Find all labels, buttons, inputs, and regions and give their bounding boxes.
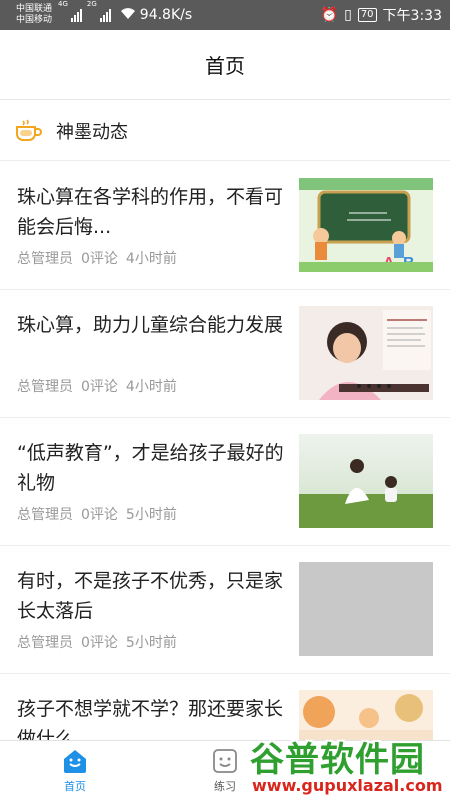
nav-home[interactable]: 首页 — [0, 741, 150, 800]
article-comments: 0评论 — [81, 251, 118, 267]
article-title[interactable]: 有时，不是孩子不优秀，只是家长太落后 — [17, 566, 287, 626]
vibrate-icon: ▯ — [344, 7, 352, 23]
nav-home-label: 首页 — [64, 780, 86, 793]
article-author: 总管理员 — [17, 251, 73, 267]
status-bar: 中国联通 中国移动 4G 2G 94.8K/s ⏰ ▯ 70 下午3:33 — [0, 0, 450, 30]
section-title: 神墨动态 — [56, 121, 128, 143]
girl-abacus-photo — [299, 306, 433, 400]
article-thumbnail[interactable] — [299, 434, 433, 528]
article-item[interactable]: 珠心算在各学科的作用，不看可能会后悔... 总管理员 0评论 4小时前 A B — [0, 162, 450, 290]
article-author: 总管理员 — [17, 507, 73, 523]
article-comments: 0评论 — [81, 507, 118, 523]
nav-practice[interactable]: 练习 — [150, 741, 300, 800]
article-thumbnail[interactable]: A B — [299, 178, 433, 272]
article-item[interactable]: “低声教育”，才是给孩子最好的礼物 总管理员 0评论 5小时前 — [0, 418, 450, 546]
practice-icon — [213, 749, 237, 773]
wifi-icon — [120, 7, 136, 24]
carrier-1: 中国联通 — [16, 4, 53, 14]
article-time: 4小时前 — [125, 251, 177, 267]
alarm-icon: ⏰ — [320, 7, 339, 23]
signal-icon-1 — [70, 8, 82, 22]
battery-icon: 70 — [357, 8, 377, 22]
network-speed: 94.8K/s — [139, 7, 193, 23]
article-author: 总管理员 — [17, 379, 73, 395]
article-time: 5小时前 — [125, 635, 177, 651]
app-header: 首页 — [0, 30, 450, 100]
battery-level: 70 — [360, 9, 374, 20]
nav-third[interactable] — [300, 741, 450, 800]
article-meta: 总管理员 0评论 4小时前 — [17, 376, 177, 396]
mother-child-grass-photo — [299, 434, 433, 528]
article-time: 5小时前 — [125, 507, 177, 523]
article-title[interactable]: “低声教育”，才是给孩子最好的礼物 — [17, 438, 287, 498]
article-title[interactable]: 珠心算在各学科的作用，不看可能会后悔... — [17, 182, 287, 242]
home-icon — [64, 750, 86, 773]
article-thumbnail-placeholder[interactable] — [299, 562, 433, 656]
network-type-2: 2G — [86, 0, 97, 8]
page-title: 首页 — [205, 54, 245, 78]
section-header: 神墨动态 — [0, 101, 450, 161]
clock-time: 下午3:33 — [382, 8, 442, 24]
article-thumbnail[interactable] — [299, 306, 433, 400]
article-author: 总管理员 — [17, 635, 73, 651]
article-meta: 总管理员 0评论 4小时前 — [17, 248, 177, 268]
article-meta: 总管理员 0评论 5小时前 — [17, 632, 177, 652]
article-comments: 0评论 — [81, 379, 118, 395]
carrier-names: 中国联通 中国移动 — [16, 4, 52, 26]
article-item[interactable]: 珠心算，助力儿童综合能力发展 总管理员 0评论 4小时前 — [0, 290, 450, 418]
article-comments: 0评论 — [81, 635, 118, 651]
nav-practice-label: 练习 — [214, 780, 236, 793]
signal-icon-2 — [99, 8, 111, 22]
network-type-1: 4G — [58, 0, 68, 8]
coffee-cup-icon — [16, 118, 42, 141]
carrier-2: 中国移动 — [16, 15, 53, 25]
article-meta: 总管理员 0评论 5小时前 — [17, 504, 177, 524]
article-title[interactable]: 珠心算，助力儿童综合能力发展 — [17, 310, 287, 340]
article-item[interactable]: 有时，不是孩子不优秀，只是家长太落后 总管理员 0评论 5小时前 — [0, 546, 450, 674]
bottom-navigation: 首页 练习 — [0, 740, 450, 800]
article-list: 珠心算在各学科的作用，不看可能会后悔... 总管理员 0评论 4小时前 A B — [0, 162, 450, 800]
classroom-cartoon-image: A B — [299, 178, 433, 272]
article-time: 4小时前 — [125, 379, 177, 395]
